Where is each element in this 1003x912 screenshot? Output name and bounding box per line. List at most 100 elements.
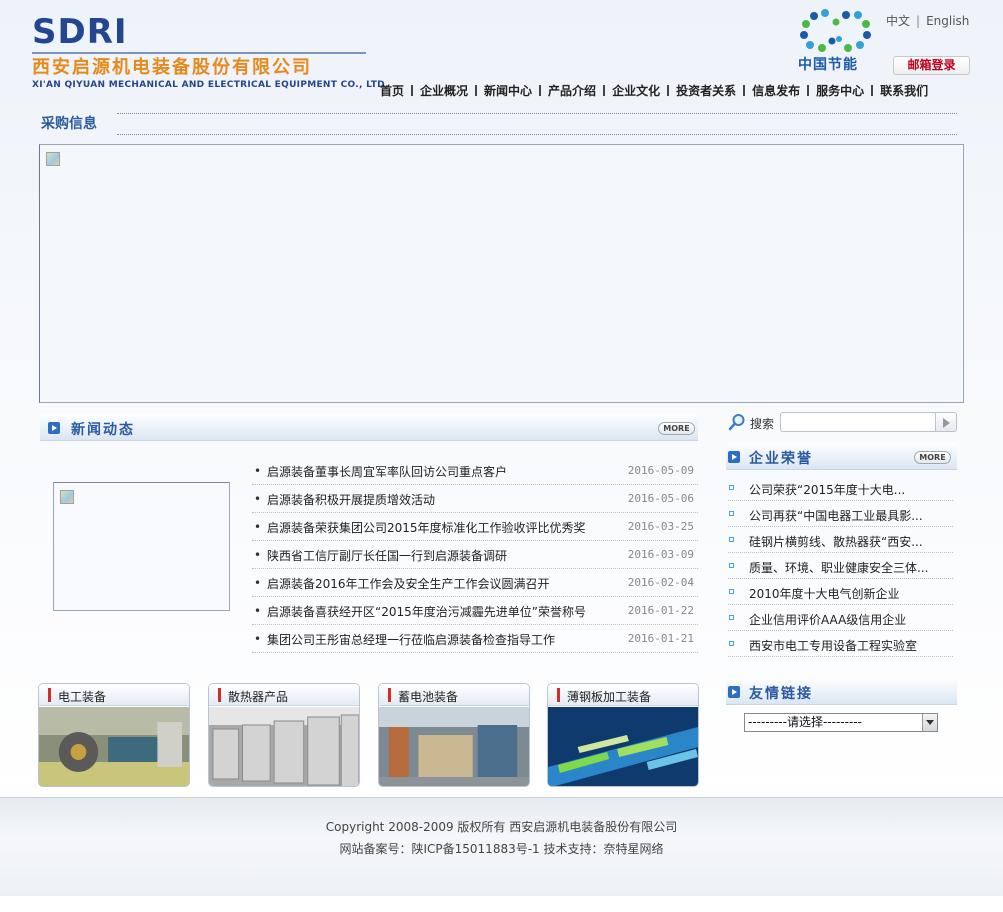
section-arrow-icon: [728, 451, 740, 463]
news-item-title[interactable]: 启源装备喜获经开区“2015年度治污减霾先进单位”荣誉称号: [267, 603, 586, 620]
square-bullet-icon: [729, 485, 734, 490]
product-card-header: 散热器产品: [209, 684, 359, 706]
square-bullet-icon: [729, 589, 734, 594]
red-marker: [48, 688, 51, 702]
nav-item-info-release[interactable]: 信息发布: [752, 82, 800, 99]
nav-separator: [743, 85, 746, 96]
honors-section-header: 企业荣誉 MORE: [726, 443, 957, 470]
product-photo-radiator: [209, 707, 359, 786]
news-item[interactable]: • 启源装备喜获经开区“2015年度治污减霾先进单位”荣誉称号 2016-01-22: [252, 597, 698, 625]
product-card-header: 薄钢板加工装备: [548, 684, 698, 706]
honor-item[interactable]: 西安市电工专用设备工程实验室: [728, 631, 953, 657]
news-item-title[interactable]: 启源装备积极开展提质增效活动: [267, 491, 435, 508]
company-logo[interactable]: SDRI 西安启源机电装备股份有限公司 XI'AN QIYUAN MECHANI…: [32, 14, 388, 94]
mail-login-button[interactable]: 邮箱登录: [893, 56, 970, 75]
news-item[interactable]: • 启源装备荣获集团公司2015年度标准化工作验收评比优秀奖 2016-03-25: [252, 513, 698, 541]
news-item[interactable]: • 启源装备董事长周宜军率队回访公司重点客户 2016-05-09: [252, 457, 698, 485]
lang-en-link[interactable]: English: [926, 14, 969, 28]
product-label: 蓄电池装备: [398, 690, 459, 704]
bullet: •: [254, 604, 262, 618]
product-photo-electrical: [39, 707, 189, 786]
news-list: • 启源装备董事长周宜军率队回访公司重点客户 2016-05-09 • 启源装备积极开…: [252, 457, 698, 653]
nav-item-investors[interactable]: 投资者关系: [676, 82, 736, 99]
news-item[interactable]: • 启源装备积极开展提质增效活动 2016-05-06: [252, 485, 698, 513]
nav-separator: [475, 85, 478, 96]
nav-item-overview[interactable]: 企业概况: [420, 82, 468, 99]
nav-item-products[interactable]: 产品介绍: [548, 82, 596, 99]
honor-item-title[interactable]: 质量、环境、职业健康安全三体...: [749, 559, 928, 576]
news-item-title[interactable]: 启源装备董事长周宜军率队回访公司重点客户: [267, 463, 507, 480]
red-marker: [388, 688, 391, 702]
product-photo-battery: [379, 707, 529, 786]
honor-item-title[interactable]: 硅钢片横剪线、散热器获“西安...: [749, 533, 923, 550]
nav-separator: [411, 85, 414, 96]
select-value: ---------请选择---------: [748, 715, 862, 729]
news-item[interactable]: • 集团公司王彤宙总经理一行莅临启源装备检查指导工作 2016-01-21: [252, 625, 698, 653]
nav-item-home[interactable]: 首页: [380, 82, 404, 99]
chevron-down-icon[interactable]: [922, 714, 937, 731]
broken-image-icon: [46, 152, 60, 166]
search-submit-button[interactable]: [935, 412, 957, 432]
nav-item-service[interactable]: 服务中心: [816, 82, 864, 99]
friend-links-select[interactable]: ---------请选择---------: [744, 713, 938, 732]
news-item-title[interactable]: 启源装备2016年工作会及安全生产工作会议圆满召开: [267, 575, 550, 592]
news-item-date: 2016-05-09: [627, 464, 694, 477]
news-item-date: 2016-01-21: [627, 632, 694, 645]
nav-separator: [871, 85, 874, 96]
news-more-button[interactable]: MORE: [658, 422, 695, 435]
news-thumbnail[interactable]: [53, 482, 230, 611]
logo-company-cn: 西安启源机电装备股份有限公司: [32, 57, 312, 78]
search-icon: [728, 414, 745, 431]
square-bullet-icon: [729, 615, 734, 620]
section-arrow-icon: [48, 422, 60, 434]
nav-separator: [603, 85, 606, 96]
honor-item[interactable]: 企业信用评价AAA级信用企业: [728, 605, 953, 631]
lang-cn-link[interactable]: 中文: [886, 14, 910, 28]
nav-separator: [807, 85, 810, 96]
honor-item-title[interactable]: 公司再获“中国电器工业最具影...: [749, 507, 923, 524]
product-card-battery[interactable]: 蓄电池装备: [378, 683, 530, 787]
lang-separator: |: [916, 14, 921, 28]
product-card-radiator[interactable]: 散热器产品: [208, 683, 360, 787]
honor-item[interactable]: 2010年度十大电气创新企业: [728, 579, 953, 605]
nav-item-culture[interactable]: 企业文化: [612, 82, 660, 99]
news-item[interactable]: • 启源装备2016年工作会及安全生产工作会议圆满召开 2016-02-04: [252, 569, 698, 597]
news-section-header: 新闻动态 MORE: [40, 414, 698, 441]
honor-item[interactable]: 质量、环境、职业健康安全三体...: [728, 553, 953, 579]
broken-image-icon: [60, 490, 74, 504]
honor-item-title[interactable]: 2010年度十大电气创新企业: [749, 585, 900, 602]
honors-title: 企业荣誉: [749, 451, 813, 467]
news-item-title[interactable]: 启源装备荣获集团公司2015年度标准化工作验收评比优秀奖: [267, 519, 586, 536]
footer-icp: 网站备案号：陕ICP备15011883号-1 技术支持：奈特星网络: [339, 842, 664, 856]
product-card-header: 蓄电池装备: [379, 684, 529, 706]
nav-item-contact[interactable]: 联系我们: [880, 82, 928, 99]
product-photo-sheet-steel: [548, 707, 698, 786]
honor-item-title[interactable]: 西安市电工专用设备工程实验室: [749, 637, 917, 654]
search-input[interactable]: [780, 412, 936, 432]
honor-item[interactable]: 公司再获“中国电器工业最具影...: [728, 501, 953, 527]
product-card-electrical[interactable]: 电工装备: [38, 683, 190, 787]
section-arrow-icon: [728, 686, 740, 698]
square-bullet-icon: [729, 511, 734, 516]
news-item-title[interactable]: 集团公司王彤宙总经理一行莅临启源装备检查指导工作: [267, 631, 555, 648]
bullet: •: [254, 576, 262, 590]
product-card-sheet-steel[interactable]: 薄钢板加工装备: [547, 683, 699, 787]
procurement-title-divider: [117, 113, 957, 135]
news-item-date: 2016-02-04: [627, 576, 694, 589]
news-item[interactable]: • 陕西省工信厅副厅长任国一行到启源装备调研 2016-03-09: [252, 541, 698, 569]
logo-divider: [32, 52, 366, 54]
honor-item[interactable]: 公司荣获“2015年度十大电...: [728, 475, 953, 501]
honor-item-title[interactable]: 企业信用评价AAA级信用企业: [749, 611, 906, 628]
bullet: •: [254, 492, 262, 506]
honor-item[interactable]: 硅钢片横剪线、散热器获“西安...: [728, 527, 953, 553]
nav-item-news[interactable]: 新闻中心: [484, 82, 532, 99]
news-item-title[interactable]: 陕西省工信厅副厅长任国一行到启源装备调研: [267, 547, 507, 564]
honor-item-title[interactable]: 公司荣获“2015年度十大电...: [749, 481, 905, 498]
square-bullet-icon: [729, 537, 734, 542]
bullet: •: [254, 632, 262, 646]
honors-more-button[interactable]: MORE: [914, 451, 951, 464]
news-title: 新闻动态: [71, 422, 135, 438]
procurement-banner: [39, 144, 964, 403]
bullet: •: [254, 548, 262, 562]
search-label: 搜索: [750, 417, 775, 431]
